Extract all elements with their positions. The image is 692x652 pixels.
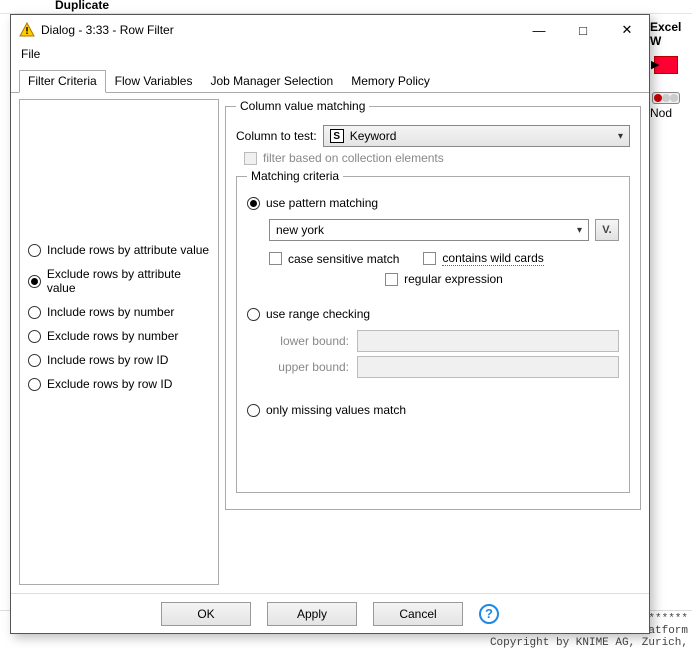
string-type-icon: S (330, 129, 344, 143)
excel-node-icon[interactable] (654, 56, 678, 74)
help-button[interactable]: ? (479, 604, 499, 624)
column-to-test-label: Column to test: (236, 129, 317, 143)
titlebar: Dialog - 3:33 - Row Filter — □ ✕ (11, 15, 649, 45)
upper-bound-label: upper bound: (269, 360, 349, 374)
radio-label: use range checking (266, 307, 370, 321)
apply-button[interactable]: Apply (267, 602, 357, 626)
radio-icon (28, 354, 41, 367)
minimize-button[interactable]: — (517, 15, 561, 45)
filter-mode-panel: Include rows by attribute value Exclude … (19, 99, 219, 585)
chevron-down-icon: ▾ (577, 225, 582, 236)
case-sensitive-checkbox[interactable]: case sensitive match (269, 251, 399, 266)
upper-bound-input (357, 356, 619, 378)
checkbox-label: contains wild cards (442, 251, 543, 266)
radio-label: only missing values match (266, 403, 406, 417)
tab-flow-variables[interactable]: Flow Variables (106, 70, 202, 93)
radio-label: Include rows by number (47, 305, 174, 319)
lower-bound-label: lower bound: (269, 334, 349, 348)
checkbox-icon (423, 252, 436, 265)
tab-bar: Filter Criteria Flow Variables Job Manag… (11, 65, 649, 93)
button-bar: OK Apply Cancel ? (11, 593, 649, 633)
regex-checkbox[interactable]: regular expression (385, 272, 503, 286)
tab-memory-policy[interactable]: Memory Policy (342, 70, 439, 93)
checkbox-icon (385, 273, 398, 286)
radio-icon (28, 330, 41, 343)
column-value-matching-group: Column value matching Column to test: S … (225, 99, 641, 510)
radio-label: Exclude rows by row ID (47, 377, 172, 391)
radio-icon (28, 275, 41, 288)
radio-include-number[interactable]: Include rows by number (28, 300, 210, 324)
close-button[interactable]: ✕ (605, 15, 649, 45)
column-to-test-select[interactable]: S Keyword ▾ (323, 125, 630, 147)
cancel-button[interactable]: Cancel (373, 602, 463, 626)
radio-exclude-number[interactable]: Exclude rows by number (28, 324, 210, 348)
radio-icon (247, 404, 260, 417)
ok-button[interactable]: OK (161, 602, 251, 626)
group-legend: Column value matching (236, 99, 369, 113)
radio-label: Exclude rows by number (47, 329, 178, 343)
checkbox-label: case sensitive match (288, 252, 399, 266)
wildcards-checkbox[interactable]: contains wild cards (423, 251, 543, 266)
radio-include-attr[interactable]: Include rows by attribute value (28, 238, 210, 262)
radio-label: use pattern matching (266, 196, 378, 210)
radio-label: Include rows by row ID (47, 353, 168, 367)
radio-icon (28, 378, 41, 391)
row-filter-dialog: Dialog - 3:33 - Row Filter — □ ✕ File Fi… (10, 14, 650, 634)
radio-use-pattern[interactable]: use pattern matching (247, 191, 619, 215)
checkbox-icon (244, 152, 257, 165)
radio-icon (247, 308, 260, 321)
radio-icon (28, 244, 41, 257)
radio-icon (247, 197, 260, 210)
radio-exclude-attr[interactable]: Exclude rows by attribute value (28, 262, 210, 300)
group-legend: Matching criteria (247, 169, 343, 183)
maximize-button[interactable]: □ (561, 15, 605, 45)
radio-icon (28, 306, 41, 319)
warning-icon (19, 22, 35, 38)
window-title: Dialog - 3:33 - Row Filter (41, 23, 517, 37)
pattern-value: new york (276, 223, 324, 237)
radio-use-range[interactable]: use range checking (247, 302, 619, 326)
matching-criteria-group: Matching criteria use pattern matching n… (236, 169, 630, 493)
filter-collection-checkbox: filter based on collection elements (244, 151, 630, 165)
bg-excel-label: Excel W (648, 14, 692, 48)
radio-label: Include rows by attribute value (47, 243, 209, 257)
bg-node-label: Nod (648, 104, 692, 120)
menu-file[interactable]: File (21, 47, 40, 61)
radio-exclude-rowid[interactable]: Exclude rows by row ID (28, 372, 210, 396)
chevron-down-icon: ▾ (618, 131, 623, 142)
tab-job-manager[interactable]: Job Manager Selection (201, 70, 342, 93)
checkbox-icon (269, 252, 282, 265)
column-to-test-value: Keyword (350, 129, 397, 143)
pattern-input[interactable]: new york ▾ (269, 219, 589, 241)
tab-filter-criteria[interactable]: Filter Criteria (19, 70, 106, 93)
radio-include-rowid[interactable]: Include rows by row ID (28, 348, 210, 372)
flow-variable-button[interactable]: V. (595, 219, 619, 241)
radio-only-missing[interactable]: only missing values match (247, 398, 619, 422)
checkbox-label: regular expression (404, 272, 503, 286)
bg-duplicate-label: Duplicate (55, 0, 109, 12)
lower-bound-input (357, 330, 619, 352)
checkbox-label: filter based on collection elements (263, 151, 444, 165)
node-traffic-light-icon (652, 92, 680, 104)
radio-label: Exclude rows by attribute value (47, 267, 210, 295)
